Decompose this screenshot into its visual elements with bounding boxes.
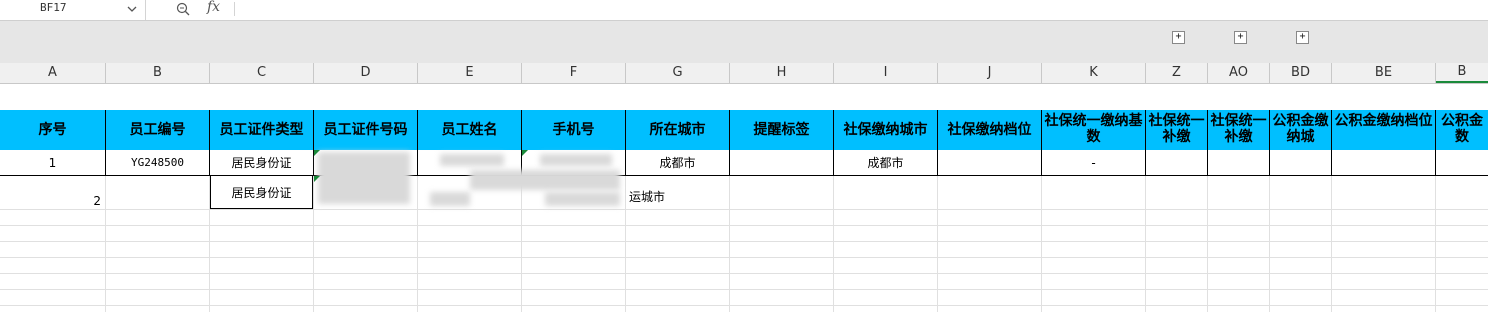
table-row: 2 居民身份证 运城市: [0, 176, 1488, 210]
column-header[interactable]: C: [210, 63, 314, 83]
column-header[interactable]: J: [938, 63, 1042, 83]
header-cell[interactable]: 手机号: [522, 110, 626, 150]
grid-line: [0, 305, 1488, 306]
redacted-phone: [540, 154, 612, 166]
redacted-name: [430, 192, 470, 206]
header-cell[interactable]: 公积金缴纳城: [1270, 110, 1332, 150]
grid-line: [0, 225, 1488, 226]
cell-border: [417, 150, 418, 175]
column-header[interactable]: D: [314, 63, 418, 83]
formula-input[interactable]: [244, 0, 1488, 20]
redacted-phone: [545, 192, 620, 206]
column-header-bar: A B C D E F G H I J K Z AO BD BE B: [0, 63, 1488, 84]
cell-border: [1435, 150, 1436, 175]
cell-reference: BF17: [40, 1, 67, 14]
header-cell[interactable]: 员工姓名: [418, 110, 522, 150]
redacted-phone: [470, 170, 620, 190]
header-cell[interactable]: 序号: [0, 110, 106, 150]
column-header[interactable]: AO: [1208, 63, 1270, 83]
formula-tools: fx: [152, 0, 242, 20]
column-header[interactable]: B: [106, 63, 210, 83]
expand-group-button[interactable]: +: [1172, 31, 1185, 44]
comment-marker: [522, 150, 528, 156]
header-cell[interactable]: 所在城市: [626, 110, 730, 150]
expand-group-button[interactable]: +: [1234, 31, 1247, 44]
divider: [234, 2, 235, 16]
column-header[interactable]: Z: [1146, 63, 1208, 83]
column-header[interactable]: BE: [1332, 63, 1436, 83]
cell-city[interactable]: 成都市: [626, 150, 729, 175]
cell-id-type[interactable]: 居民身份证: [210, 150, 313, 175]
column-header[interactable]: I: [834, 63, 938, 83]
column-header[interactable]: BD: [1270, 63, 1332, 83]
empty-row[interactable]: [0, 84, 1488, 110]
column-header[interactable]: A: [0, 63, 106, 83]
cell-id-type[interactable]: 居民身份证: [210, 176, 313, 209]
column-header-selected[interactable]: B: [1436, 63, 1488, 83]
redacted-name: [440, 154, 504, 166]
grid-line: [0, 241, 1488, 242]
chevron-down-icon[interactable]: [127, 4, 137, 14]
cell-border: [1207, 150, 1208, 175]
column-header[interactable]: F: [522, 63, 626, 83]
formula-bar-row: BF17 fx: [0, 0, 1488, 20]
header-cell[interactable]: 社保缴纳档位: [938, 110, 1042, 150]
grid-line: [0, 273, 1488, 274]
table-header-row: 序号 员工编号 员工证件类型 员工证件号码 员工姓名 手机号 所在城市 提醒标签…: [0, 110, 1488, 150]
header-cell[interactable]: 员工证件类型: [210, 110, 314, 150]
cell-border: [1269, 150, 1270, 175]
grid-line: [0, 289, 1488, 290]
zoom-icon[interactable]: [176, 2, 190, 16]
cell-emp-no[interactable]: YG248500: [106, 150, 209, 175]
redacted-id-number: [318, 152, 410, 204]
comment-marker: [314, 150, 320, 156]
cell-border: [729, 150, 730, 175]
header-cell[interactable]: 社保统一补缴: [1208, 110, 1270, 150]
column-header[interactable]: E: [418, 63, 522, 83]
comment-marker: [314, 176, 320, 182]
header-cell[interactable]: 公积金数: [1436, 110, 1488, 150]
table-row: 1 YG248500 居民身份证 成都市 成都市 -: [0, 150, 1488, 176]
function-icon[interactable]: fx: [207, 0, 220, 15]
header-cell[interactable]: 员工编号: [106, 110, 210, 150]
outline-group-bar: + + +: [0, 20, 1488, 64]
cell-seq[interactable]: 1: [0, 150, 105, 175]
header-cell[interactable]: 员工证件号码: [314, 110, 418, 150]
column-header[interactable]: H: [730, 63, 834, 83]
header-cell[interactable]: 公积金缴纳档位: [1332, 110, 1436, 150]
cell-city[interactable]: 运城市: [629, 186, 729, 206]
cell-border: [937, 150, 938, 175]
cell-border: [1331, 150, 1332, 175]
column-header[interactable]: G: [626, 63, 730, 83]
cell-border: [1145, 150, 1146, 175]
header-cell[interactable]: 社保缴纳城市: [834, 110, 938, 150]
header-cell[interactable]: 社保统一缴纳基数: [1042, 110, 1146, 150]
expand-group-button[interactable]: +: [1296, 31, 1309, 44]
grid-line: [0, 257, 1488, 258]
column-header[interactable]: K: [1042, 63, 1146, 83]
name-box[interactable]: BF17: [0, 0, 146, 20]
cell-seq[interactable]: 2: [0, 176, 101, 210]
sheet-grid[interactable]: 序号 员工编号 员工证件类型 员工证件号码 员工姓名 手机号 所在城市 提醒标签…: [0, 84, 1488, 312]
cell-ss-base[interactable]: -: [1042, 150, 1145, 175]
cell-ss-city[interactable]: 成都市: [834, 150, 937, 175]
header-cell[interactable]: 社保统一补缴: [1146, 110, 1208, 150]
header-cell[interactable]: 提醒标签: [730, 110, 834, 150]
